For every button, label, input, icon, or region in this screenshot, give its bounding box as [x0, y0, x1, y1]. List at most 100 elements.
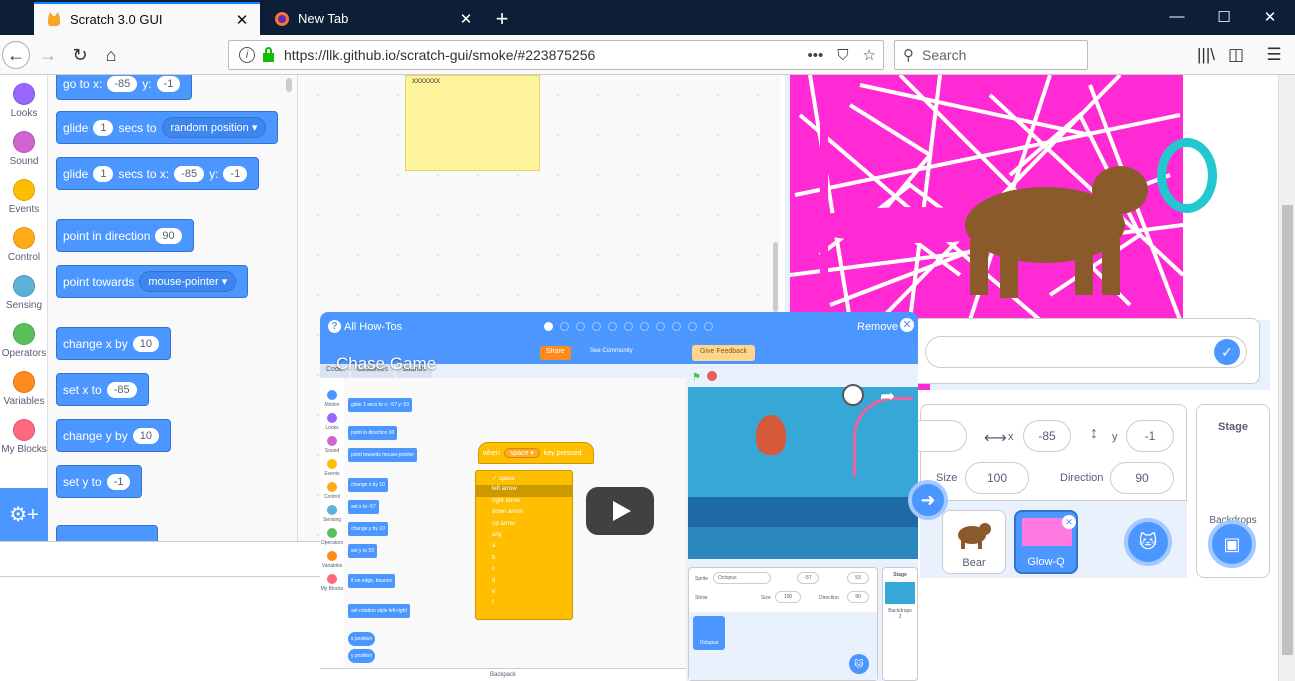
step-dot[interactable] — [688, 322, 697, 331]
close-window-icon[interactable]: ✕ — [1247, 8, 1293, 26]
point-in-direction-block[interactable]: point in direction 90 — [56, 219, 194, 252]
step-dot[interactable] — [544, 322, 553, 331]
category-looks[interactable]: Looks — [0, 83, 48, 119]
comment-note[interactable]: xxxxxxx — [405, 75, 540, 171]
category-sensing[interactable]: Sensing — [0, 275, 48, 311]
block-input[interactable]: 90 — [155, 227, 182, 244]
block-input[interactable]: -85 — [107, 75, 138, 92]
block-dropdown[interactable]: random position ▾ — [161, 117, 267, 138]
video-play-button[interactable] — [586, 487, 654, 535]
reload-icon[interactable]: ↻ — [66, 41, 94, 69]
howto-video-player[interactable]: Share See Community Give Feedback Code C… — [320, 342, 918, 681]
y-input[interactable]: -1 — [1126, 420, 1174, 452]
block-text: change y by — [63, 428, 128, 443]
search-input[interactable]: ⚲ Search — [894, 40, 1088, 70]
url-text[interactable]: https://llk.github.io/scratch-gui/smoke/… — [284, 47, 801, 63]
block-input[interactable]: 1 — [93, 165, 114, 182]
url-bar[interactable]: i https://llk.github.io/scratch-gui/smok… — [228, 40, 884, 70]
block-input[interactable]: -85 — [106, 381, 137, 398]
workspace-scrollbar[interactable] — [773, 242, 778, 312]
step-dot[interactable] — [592, 322, 601, 331]
sidebar-icon[interactable]: ◫ — [1224, 45, 1248, 65]
close-tab-icon[interactable]: ✕ — [456, 10, 476, 28]
block-input[interactable]: -85 — [174, 165, 205, 182]
glow-q-sprite[interactable] — [1157, 138, 1217, 213]
palette-scrollbar[interactable] — [286, 78, 292, 92]
library-icon[interactable]: |||\ — [1194, 45, 1218, 65]
step-dot[interactable] — [656, 322, 665, 331]
video-dropdown-option: any — [476, 531, 572, 542]
minimize-window-icon[interactable]: — — [1154, 8, 1200, 25]
choose-backdrop-button[interactable]: ▣ — [1208, 520, 1256, 568]
category-operators[interactable]: Operators — [0, 323, 48, 359]
block-text: glide — [63, 120, 89, 135]
block-input[interactable]: 1 — [93, 119, 114, 136]
point-towards-block[interactable]: point towards mouse-pointer ▾ — [56, 265, 249, 298]
remove-howto-button[interactable]: Remove — [857, 321, 898, 333]
step-dot[interactable] — [704, 322, 713, 331]
page-scrollbar[interactable] — [1278, 75, 1295, 681]
category-label: Events — [8, 204, 40, 215]
block-input[interactable]: 10 — [132, 427, 159, 444]
page-actions-icon[interactable]: ••• — [808, 47, 824, 64]
block-input[interactable]: -1 — [223, 165, 248, 182]
partial-block[interactable] — [56, 525, 158, 541]
home-icon[interactable]: ⌂ — [97, 41, 125, 69]
menu-icon[interactable]: ☰ — [1262, 45, 1286, 65]
pocket-icon[interactable]: ⛉ — [837, 47, 848, 64]
tab-new-tab[interactable]: New Tab ✕ — [262, 2, 484, 35]
step-dot[interactable] — [624, 322, 633, 331]
video-feedback-button: Give Feedback — [692, 345, 756, 361]
step-dot[interactable] — [608, 322, 617, 331]
block-input[interactable]: -1 — [156, 75, 181, 92]
block-dropdown[interactable]: mouse-pointer ▾ — [139, 271, 237, 292]
x-input[interactable]: -85 — [1023, 420, 1071, 452]
delete-sprite-icon[interactable]: ✕ — [1062, 515, 1076, 529]
close-howto-icon[interactable]: ✕ — [900, 318, 914, 332]
sprite-thumb-bear[interactable]: Bear — [942, 510, 1006, 574]
category-variables[interactable]: Variables — [0, 371, 48, 407]
set-x-block[interactable]: set x to -85 — [56, 373, 149, 406]
next-step-arrow-icon[interactable]: ➜ — [908, 480, 948, 520]
ask-answer-input[interactable] — [925, 336, 1247, 368]
tab-scratch-gui[interactable]: Scratch 3.0 GUI ✕ — [34, 2, 260, 35]
block-input[interactable]: -1 — [106, 473, 131, 490]
glide-to-random-block[interactable]: glide 1 secs to random position ▾ — [56, 111, 279, 144]
step-dot[interactable] — [672, 322, 681, 331]
back-icon[interactable]: ← — [2, 41, 30, 69]
set-y-block[interactable]: set y to -1 — [56, 465, 143, 498]
all-howtos-link[interactable]: All How-Tos — [344, 321, 402, 333]
stage-canvas[interactable] — [790, 75, 1183, 320]
category-sound[interactable]: Sound — [0, 131, 48, 167]
go-to-xy-block[interactable]: go to x: -85 y: -1 — [56, 75, 193, 100]
option-text: f — [492, 600, 494, 607]
step-dot[interactable] — [576, 322, 585, 331]
change-x-block[interactable]: change x by 10 — [56, 327, 171, 360]
block-input[interactable]: 10 — [132, 335, 159, 352]
step-dot[interactable] — [640, 322, 649, 331]
glide-to-xy-block[interactable]: glide 1 secs to x: -85 y: -1 — [56, 157, 260, 190]
choose-sprite-button[interactable]: 🐱 — [1124, 518, 1172, 566]
step-dot[interactable] — [560, 322, 569, 331]
add-extension-button[interactable]: ⚙+ — [0, 488, 48, 541]
maximize-window-icon[interactable]: ☐ — [1201, 8, 1247, 26]
video-share-icon[interactable]: ➦ — [880, 386, 895, 407]
forward-icon[interactable]: → — [34, 41, 62, 69]
sprite-thumb-glow-q[interactable]: ✕ Glow-Q — [1014, 510, 1078, 574]
category-events[interactable]: Events — [0, 179, 48, 215]
category-control[interactable]: Control — [0, 227, 48, 263]
video-dropdown-option: f — [476, 599, 572, 610]
watch-later-icon[interactable] — [842, 384, 864, 406]
new-tab-plus-icon[interactable]: + — [490, 6, 514, 32]
bookmark-star-icon[interactable]: ☆ — [863, 46, 876, 64]
scrollbar-thumb[interactable] — [1282, 205, 1293, 655]
video-key-value: space — [509, 450, 529, 457]
category-my-blocks[interactable]: My Blocks — [0, 419, 48, 455]
site-info-icon[interactable]: i — [239, 47, 255, 63]
change-y-block[interactable]: change y by 10 — [56, 419, 171, 452]
submit-check-icon[interactable]: ✓ — [1214, 339, 1240, 365]
direction-input[interactable]: 90 — [1110, 462, 1174, 494]
size-input[interactable]: 100 — [965, 462, 1029, 494]
close-tab-icon[interactable]: ✕ — [232, 11, 252, 29]
video-seafloor — [688, 527, 918, 559]
